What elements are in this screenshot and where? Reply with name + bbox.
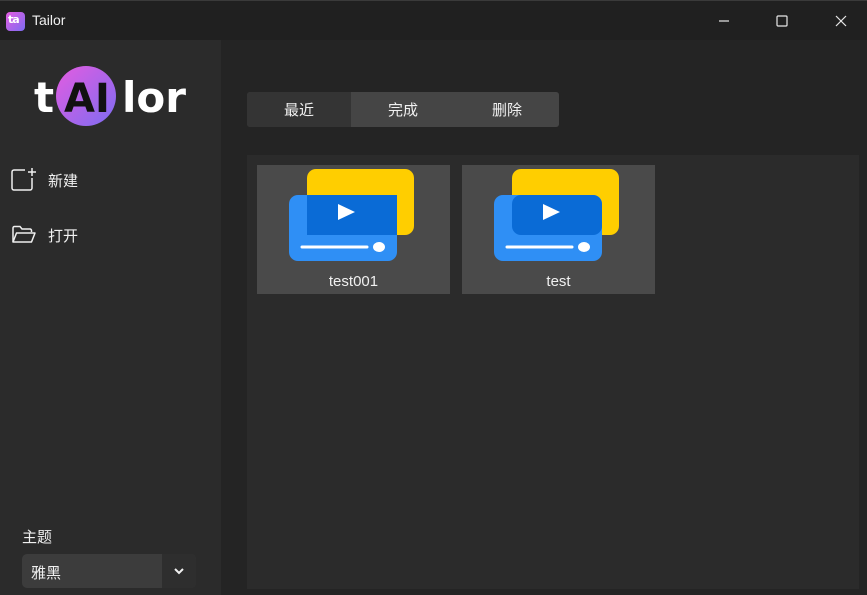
- tab-deleted[interactable]: 删除: [455, 92, 559, 127]
- project-card[interactable]: test001: [257, 165, 450, 294]
- tailor-logo: t AI lor: [34, 66, 186, 126]
- theme-label: 主题: [22, 528, 53, 546]
- sidebar-item-new[interactable]: 新建: [0, 160, 221, 200]
- video-project-icon: [289, 169, 414, 261]
- title-bar: Tailor: [0, 0, 867, 40]
- project-card[interactable]: test: [462, 165, 655, 294]
- app-logo-icon: [6, 12, 25, 31]
- new-file-icon: [11, 168, 36, 191]
- chevron-down-icon: [174, 568, 184, 575]
- sidebar: t AI lor 新建 打开 主题 雅黑: [0, 40, 221, 595]
- tab-recent[interactable]: 最近: [247, 92, 351, 127]
- minimize-icon: [719, 20, 729, 22]
- maximize-icon: [776, 15, 788, 27]
- sidebar-item-label: 新建: [48, 172, 79, 190]
- close-button[interactable]: [812, 1, 867, 41]
- video-project-icon: [494, 169, 619, 261]
- project-name: test001: [328, 273, 379, 290]
- svg-text:t: t: [34, 73, 54, 122]
- theme-dropdown-button[interactable]: [162, 554, 196, 588]
- tab-completed[interactable]: 完成: [351, 92, 455, 127]
- tab-bar: 最近 完成 删除: [247, 92, 559, 127]
- main-panel: 最近 完成 删除 test001 test: [221, 40, 867, 595]
- folder-open-icon: [12, 225, 36, 243]
- project-grid: test001 test: [247, 155, 859, 589]
- svg-text:AI: AI: [64, 76, 110, 122]
- minimize-button[interactable]: [695, 1, 753, 41]
- project-name: test: [546, 273, 571, 290]
- close-icon: [835, 15, 847, 27]
- maximize-button[interactable]: [753, 1, 811, 41]
- theme-select[interactable]: 雅黑: [22, 554, 196, 588]
- svg-text:lor: lor: [122, 73, 186, 122]
- sidebar-item-open[interactable]: 打开: [0, 215, 221, 255]
- theme-value: 雅黑: [31, 564, 62, 582]
- sidebar-item-label: 打开: [48, 227, 79, 245]
- window-title: Tailor: [32, 12, 66, 28]
